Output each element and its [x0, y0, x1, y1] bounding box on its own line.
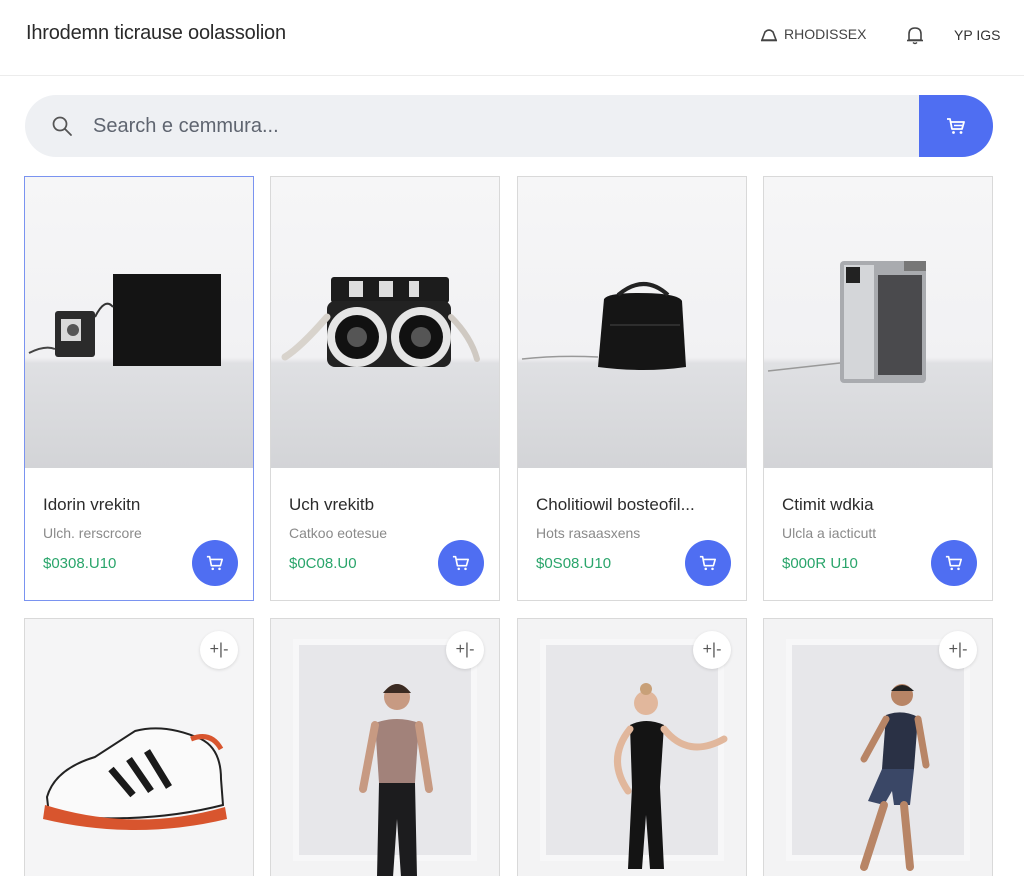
account-link[interactable]: RHODISSEX [760, 26, 866, 42]
product-name: Cholitiowil bosteofil... [536, 495, 695, 514]
product-subtitle: Ulch. rerscrcore [43, 525, 142, 541]
add-button[interactable]: +|- [200, 631, 238, 669]
product-image [518, 177, 746, 468]
search-bar [25, 95, 993, 157]
product-subtitle: Ulcla a iacticutt [782, 525, 877, 541]
add-to-cart-button[interactable] [685, 540, 731, 586]
search-input[interactable] [93, 108, 893, 144]
instant-camera-illustration [767, 261, 926, 383]
search-icon [52, 116, 72, 136]
product-card[interactable]: +|- [517, 618, 747, 876]
product-card[interactable]: +|- [24, 618, 254, 876]
add-to-cart-button[interactable] [931, 540, 977, 586]
product-card[interactable]: Idorin vrekitn Ulch. rerscrcore $0308.U1… [24, 176, 254, 601]
add-to-cart-button[interactable] [438, 540, 484, 586]
add-button[interactable]: +|- [693, 631, 731, 669]
product-subtitle: Hots rasaasxens [536, 525, 641, 541]
user-icon [760, 29, 778, 42]
product-subtitle: Catkoo eotesue [289, 525, 388, 541]
black-bag-illustration [521, 282, 686, 370]
cart-icon [699, 555, 717, 571]
product-card[interactable]: +|- [270, 618, 500, 876]
cart-icon [947, 118, 965, 134]
account-label: RHODISSEX [784, 26, 867, 42]
product-name: Uch vrekitb [289, 495, 375, 514]
bell-icon [907, 27, 923, 45]
product-card[interactable]: Ctimit wdkia Ulcla a iacticutt $000R U10 [763, 176, 993, 601]
product-name: Ctimit wdkia [782, 495, 874, 514]
camera-kit-illustration [28, 274, 221, 366]
product-card[interactable]: Cholitiowil bosteofil... Hots rasaasxens… [517, 176, 747, 601]
add-button[interactable]: +|- [939, 631, 977, 669]
product-image [25, 177, 253, 468]
cart-icon [206, 555, 224, 571]
add-button[interactable]: +|- [446, 631, 484, 669]
notifications-button[interactable] [905, 25, 925, 45]
product-price: $0S08.U10 [536, 555, 612, 572]
product-image [271, 177, 499, 468]
search-cart-button[interactable] [919, 95, 993, 157]
product-image [764, 177, 992, 468]
product-card[interactable]: Uch vrekitb Catkoo eotesue $0C08.U0 [270, 176, 500, 601]
app-title: Ihrodemn ticrause oolassolion [26, 22, 286, 44]
cart-icon [452, 555, 470, 571]
add-to-cart-button[interactable] [192, 540, 238, 586]
product-price: $0C08.U0 [289, 555, 357, 572]
cart-icon [945, 555, 963, 571]
product-card[interactable]: +|- [763, 618, 993, 876]
product-price: $0308.U10 [43, 555, 117, 572]
product-price: $000R U10 [782, 555, 858, 572]
header-menu-link[interactable]: YP IGS [954, 27, 1000, 43]
top-header: Ihrodemn ticrause oolassolion RHODISSEX … [0, 0, 1024, 76]
twin-lens-camera-illustration [281, 277, 480, 367]
product-name: Idorin vrekitn [43, 495, 141, 514]
